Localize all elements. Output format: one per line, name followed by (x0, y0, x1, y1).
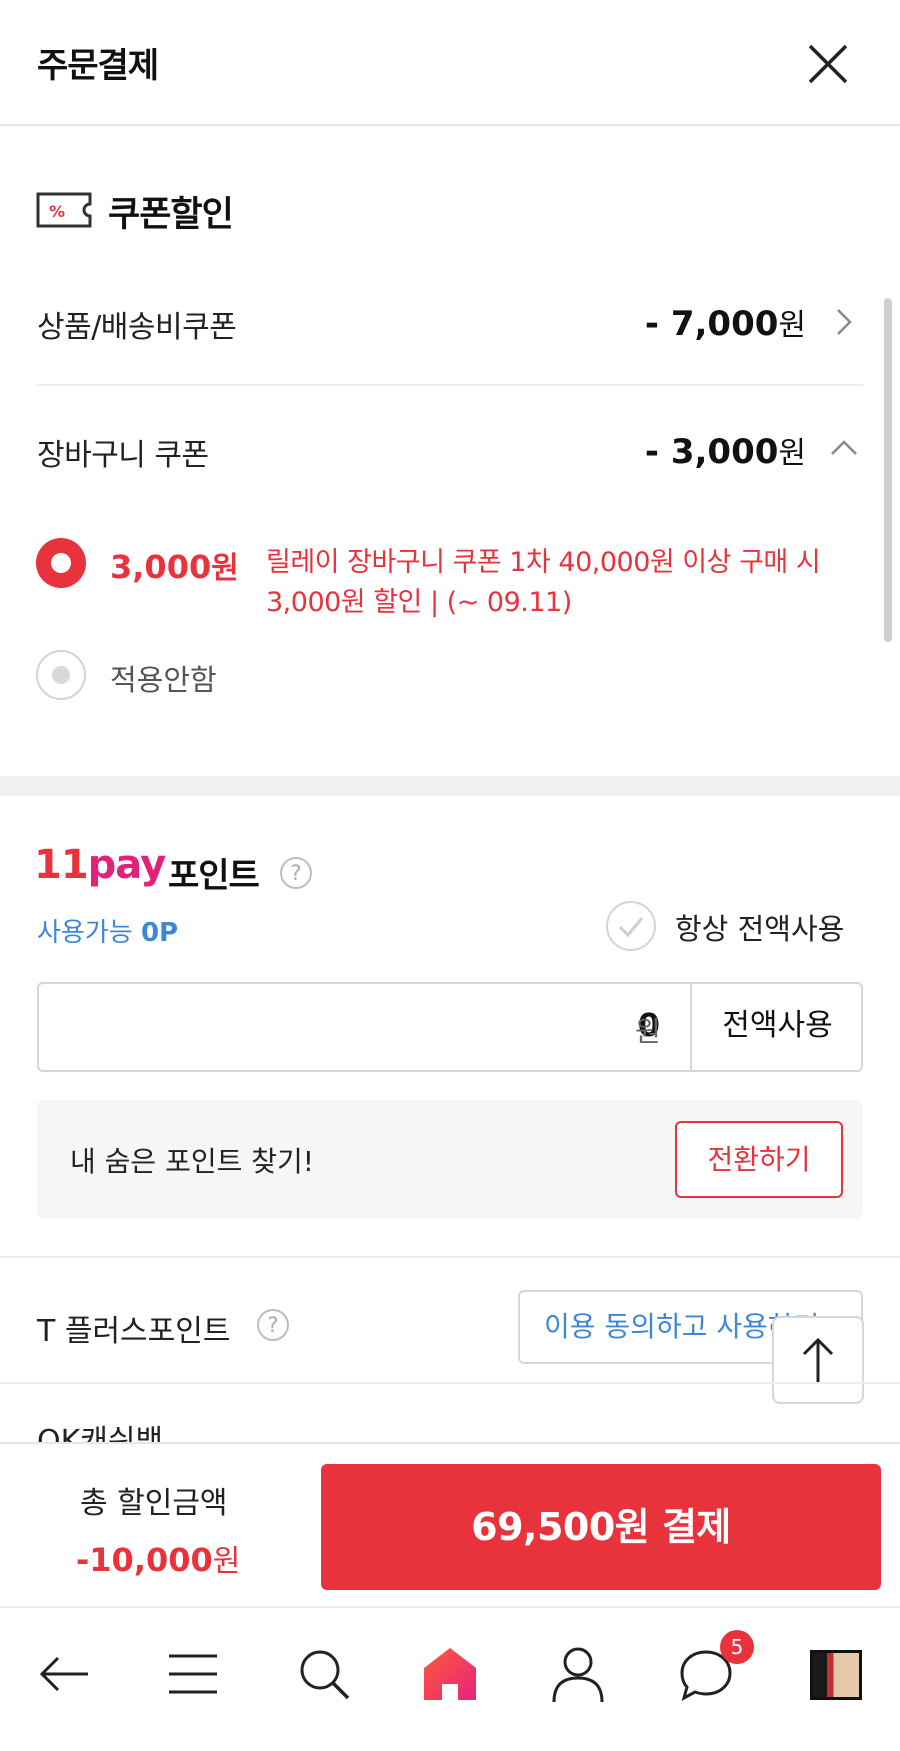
11pay-logo-number: 11 (34, 842, 89, 888)
my-page-button[interactable] (548, 1644, 608, 1704)
coupon-section-title: 쿠폰할인 (108, 195, 234, 235)
selected-coupon-price-unit: 원 (211, 551, 239, 586)
cart-coupon-label: 장바구니 쿠폰 (37, 438, 209, 473)
cart-coupon-unit: 원 (778, 436, 806, 471)
coupon-icon: % (36, 192, 92, 228)
ok-cashbag-label: OK캐쉬백 (37, 1424, 164, 1442)
selected-coupon-price: 3,000원 (110, 543, 239, 587)
available-points: 사용가능 0P (37, 912, 178, 949)
page-title: 주문결제 (37, 46, 159, 86)
home-icon (424, 1648, 476, 1700)
product-shipping-coupon-value: - 7,000 (644, 304, 779, 344)
menu-button[interactable] (163, 1644, 223, 1704)
convert-button[interactable]: 전환하기 (675, 1121, 843, 1198)
divider (0, 1382, 900, 1384)
cart-coupon-value: - 3,000 (644, 432, 779, 472)
total-discount-label: 총 할인금액 (80, 1486, 228, 1521)
point-input-unit: 원 (635, 1015, 661, 1048)
scrollbar[interactable] (884, 298, 892, 642)
selected-coupon-description: 릴레이 장바구니 쿠폰 1차 40,000원 이상 구매 시 3,000원 할인… (266, 547, 821, 618)
available-points-value: 0P (140, 918, 179, 948)
product-shipping-coupon-label: 상품/배송비쿠폰 (37, 310, 237, 345)
product-shipping-coupon-unit: 원 (778, 308, 806, 343)
hidden-point-label: 내 숨은 포인트 찾기! (70, 1145, 315, 1178)
chevron-right-icon[interactable] (834, 306, 854, 338)
close-icon (808, 44, 848, 84)
scroll-to-top-button[interactable] (772, 1316, 864, 1404)
pay-button[interactable]: 69,500원 결제 (321, 1464, 881, 1590)
always-use-all-label[interactable]: 항상 전액사용 (675, 906, 844, 948)
user-icon (552, 1647, 604, 1703)
coupon-none-label: 적용안함 (110, 663, 217, 697)
arrow-up-icon (802, 1337, 834, 1384)
divider (0, 1256, 900, 1258)
chevron-up-icon[interactable] (828, 438, 860, 458)
search-button[interactable] (294, 1644, 354, 1704)
back-button[interactable] (34, 1644, 94, 1704)
cart-coupon-amount[interactable]: - 3,000원 (506, 428, 806, 472)
point-input-value[interactable]: 0 (40, 1006, 660, 1044)
header: 주문결제 (0, 0, 900, 126)
menu-icon (169, 1654, 217, 1694)
section-divider (0, 776, 900, 796)
check-icon (618, 917, 644, 938)
11pay-logo: 11pay (34, 842, 166, 888)
total-discount-amount: -10,000 (76, 1541, 213, 1579)
product-shipping-coupon-amount[interactable]: - 7,000원 (506, 300, 806, 344)
selected-coupon-price-value: 3,000 (110, 548, 212, 586)
11pay-logo-text: pay (87, 842, 166, 888)
tplus-point-label: T 플러스포인트 (37, 1314, 231, 1349)
available-points-label: 사용가능 (37, 918, 133, 948)
pay-point-title: 포인트 (168, 856, 260, 896)
coupon-radio-selected[interactable] (36, 538, 86, 588)
home-button[interactable] (420, 1644, 480, 1704)
svg-text:%: % (49, 202, 65, 221)
recent-product-thumbnail[interactable] (810, 1650, 862, 1700)
close-button[interactable] (800, 36, 856, 92)
always-use-all-checkbox[interactable] (606, 901, 656, 951)
arrow-left-icon (39, 1656, 88, 1692)
help-icon[interactable]: ? (257, 1309, 289, 1341)
coupon-radio-none[interactable] (36, 650, 86, 700)
search-icon (300, 1650, 350, 1700)
chat-badge: 5 (720, 1630, 754, 1664)
total-discount-unit: 원 (212, 1544, 241, 1579)
total-discount-value: -10,000원 (76, 1536, 240, 1580)
help-icon[interactable]: ? (280, 857, 312, 889)
use-all-points-button[interactable]: 전액사용 (690, 982, 863, 1072)
divider (37, 384, 863, 386)
